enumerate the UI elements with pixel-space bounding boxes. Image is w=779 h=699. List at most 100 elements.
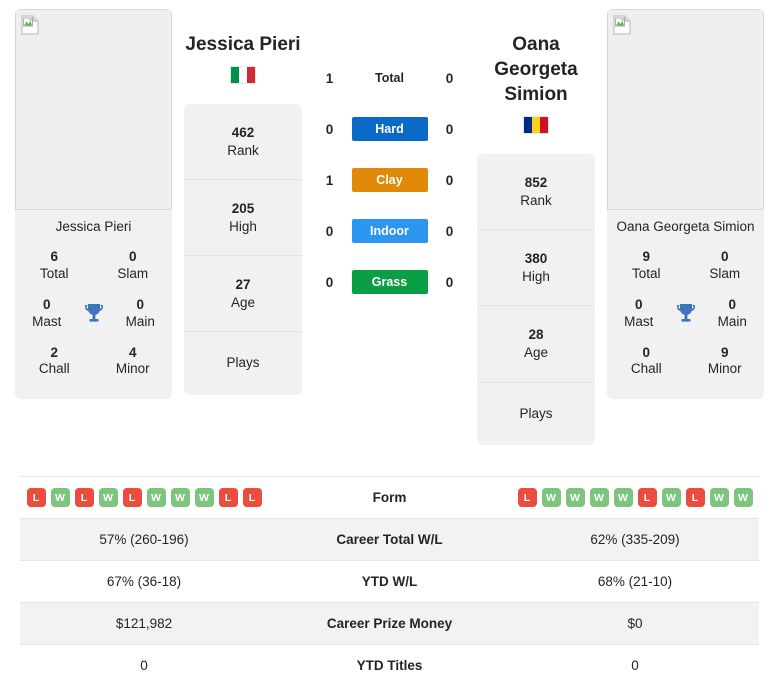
left-high-label: High: [229, 218, 257, 234]
left-high-cell: 205 High: [184, 180, 302, 257]
player-comparison-page: Jessica Pieri 6 Total 0 Slam 0 Mast 0 Ma…: [0, 0, 779, 699]
right-high-label: High: [522, 268, 550, 284]
right-titles-slam-label: Slam: [709, 265, 741, 281]
comparison-stats-table: L W L W L W W W L L Form L W W W W L W L W W 57% (260-196) Car…: [20, 476, 759, 686]
h2h-right-score-total: 0: [445, 70, 454, 86]
form-badge-win[interactable]: W: [709, 488, 729, 507]
form-badge-win[interactable]: W: [565, 488, 585, 507]
broken-image-icon: [613, 15, 631, 35]
right-age-cell: 28 Age: [477, 306, 595, 383]
right-age-value: 28: [528, 327, 544, 343]
form-badge-loss[interactable]: L: [122, 488, 142, 507]
right-titles-total: 9 Total: [607, 249, 686, 283]
right-player-name: Oana Georgeta Simion: [494, 34, 578, 106]
right-form-badges: LWWWWLWLWW: [511, 488, 759, 507]
right-titles-main-value: 0: [728, 296, 736, 312]
h2h-surface-label-total: Total: [375, 71, 404, 85]
left-player-photo-caption: Jessica Pieri: [55, 219, 132, 234]
left-titles-main-label: Main: [125, 313, 155, 329]
form-badge-win[interactable]: W: [589, 488, 609, 507]
right-flag-wrap: [477, 116, 595, 135]
right-plays-label: Plays: [519, 405, 553, 421]
left-rank-cell: 462 Rank: [184, 104, 302, 181]
right-titles-minor: 9 Minor: [686, 345, 765, 379]
table-row: 57% (260-196) Career Total W/L 62% (335-20…: [20, 518, 759, 561]
right-rank-label: Rank: [520, 192, 552, 208]
form-badge-loss[interactable]: L: [517, 488, 537, 507]
right-titles-mast-label: Mast: [624, 313, 654, 329]
table-row: 67% (36-18) YTD W/L 68% (21-10): [20, 560, 759, 603]
left-form-value: LWLWLWWWLL: [20, 477, 268, 519]
left-titles-total-label: Total: [39, 265, 69, 281]
stat-label: YTD W/L: [361, 574, 418, 589]
h2h-surface-label-grass[interactable]: Grass: [351, 270, 428, 294]
form-badge-loss[interactable]: L: [242, 488, 262, 507]
right-titles-mast: 0 Mast: [607, 297, 671, 331]
stat-label: Career Prize Money: [326, 616, 453, 631]
form-badge-win[interactable]: W: [194, 488, 214, 507]
right-high-cell: 380 High: [477, 230, 595, 307]
right-titles-mast-value: 0: [634, 296, 643, 312]
left-titles-slam-label: Slam: [117, 265, 149, 281]
left-titles-row-3: 2 Chall 4 Minor: [15, 338, 172, 386]
form-badge-win[interactable]: W: [661, 488, 681, 507]
h2h-right-score-hard: 0: [445, 121, 454, 137]
right-titles-chall: 0 Chall: [607, 345, 686, 379]
form-badge-loss[interactable]: L: [74, 488, 94, 507]
left-plays-label: Plays: [226, 355, 260, 371]
left-career-prize-money-value: $121,982: [115, 616, 173, 631]
right-titles-total-value: 9: [642, 249, 650, 264]
h2h-left-score-grass: 0: [325, 274, 334, 290]
h2h-right-score-indoor: 0: [445, 223, 454, 239]
right-titles-row-3: 0 Chall 9 Minor: [607, 338, 764, 386]
right-player-info-column: Oana Georgeta Simion 852 Rank 380 High 2…: [477, 9, 595, 446]
form-badge-loss[interactable]: L: [637, 488, 657, 507]
form-badge-win[interactable]: W: [50, 488, 70, 507]
form-badge-loss[interactable]: L: [26, 488, 46, 507]
left-high-value: 205: [231, 201, 255, 217]
left-titles-chall-label: Chall: [38, 361, 70, 377]
comparison-header: Jessica Pieri 6 Total 0 Slam 0 Mast 0 Ma…: [0, 0, 779, 476]
right-ytd-titles-value: 0: [631, 658, 639, 673]
h2h-row-hard: 0 Hard 0: [317, 117, 463, 141]
right-career-prize-money-value: $0: [627, 616, 643, 631]
h2h-row-total: 1 Total 0: [317, 66, 463, 90]
left-titles-slam: 0 Slam: [94, 249, 173, 283]
h2h-surface-label-indoor[interactable]: Indoor: [351, 219, 428, 243]
right-titles-minor-value: 9: [720, 344, 729, 360]
h2h-left-score-indoor: 0: [325, 223, 334, 239]
h2h-surface-label-hard[interactable]: Hard: [351, 117, 428, 141]
h2h-right-score-grass: 0: [445, 274, 454, 290]
right-titles-slam: 0 Slam: [686, 249, 765, 283]
left-titles-mast: 0 Mast: [15, 297, 79, 331]
form-badge-win[interactable]: W: [733, 488, 753, 507]
right-high-value: 380: [524, 251, 548, 267]
table-row: $121,982 Career Prize Money $0: [20, 602, 759, 645]
left-titles-main-value: 0: [136, 296, 144, 312]
form-badge-loss[interactable]: L: [685, 488, 705, 507]
form-badge-win[interactable]: W: [98, 488, 118, 507]
left-titles-chall-value: 2: [50, 344, 58, 360]
left-ytd-w-l-value: 67% (36-18): [106, 574, 182, 589]
right-form-value: LWWWWLWLWW: [511, 477, 759, 519]
h2h-row-indoor: 0 Indoor 0: [317, 219, 463, 243]
left-rank-label: Rank: [227, 142, 259, 158]
left-age-label: Age: [230, 294, 256, 310]
left-titles-chall: 2 Chall: [15, 345, 94, 379]
form-badge-win[interactable]: W: [541, 488, 561, 507]
left-rank-card: 462 Rank 205 High 27 Age Plays: [184, 104, 302, 395]
right-player-photo: [607, 9, 764, 210]
left-titles-total-value: 6: [50, 249, 58, 264]
stat-label: Form: [372, 490, 407, 505]
right-age-label: Age: [523, 344, 549, 360]
right-titles-row-2: 0 Mast 0 Main: [607, 290, 764, 338]
left-career-total-w-l-value: 57% (260-196): [99, 532, 189, 547]
form-badge-win[interactable]: W: [170, 488, 190, 507]
left-player-name: Jessica Pieri: [185, 34, 301, 55]
form-badge-win[interactable]: W: [146, 488, 166, 507]
h2h-surface-label-clay[interactable]: Clay: [351, 168, 428, 192]
form-badge-win[interactable]: W: [613, 488, 633, 507]
right-titles-chall-label: Chall: [630, 361, 662, 377]
form-badge-loss[interactable]: L: [218, 488, 238, 507]
right-titles-main-label: Main: [717, 313, 747, 329]
